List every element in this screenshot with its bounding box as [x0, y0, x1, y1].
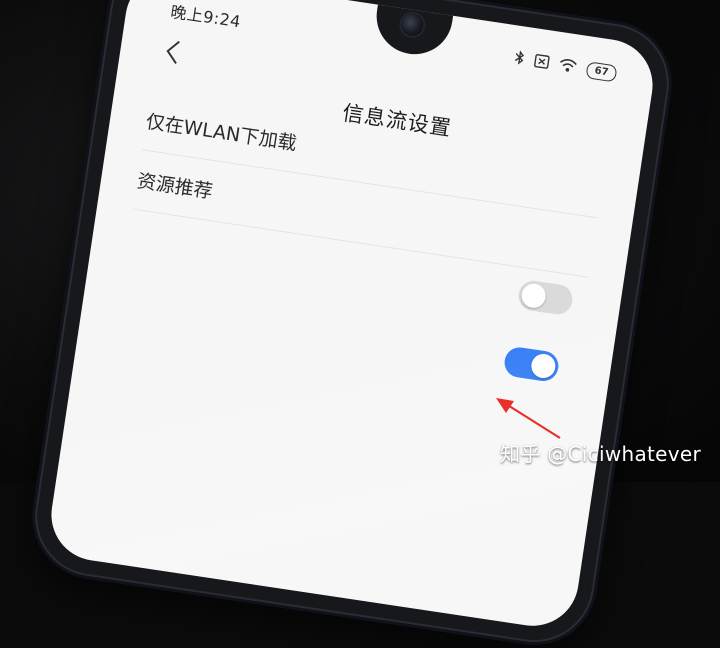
watermark: 知乎 @Ciciwhatever	[500, 442, 702, 466]
annotation-arrow	[496, 398, 561, 439]
